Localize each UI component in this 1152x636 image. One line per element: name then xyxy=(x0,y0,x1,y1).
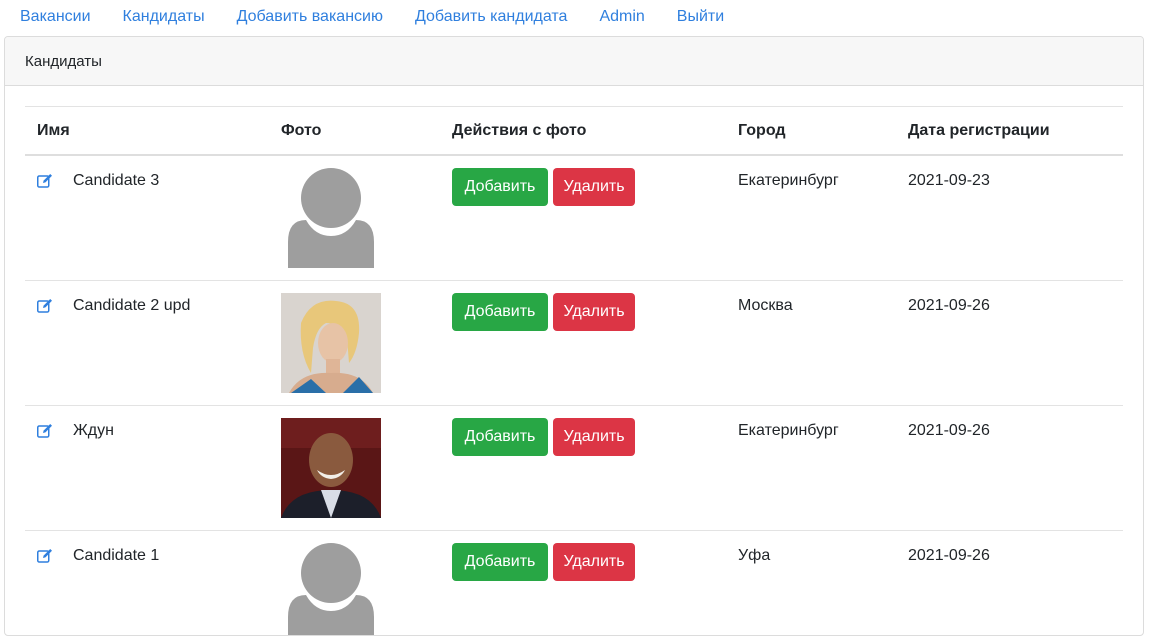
nav-link-add-vacancy[interactable]: Добавить вакансию xyxy=(237,0,383,34)
add-photo-button[interactable]: Добавить xyxy=(452,543,548,581)
delete-photo-button[interactable]: Удалить xyxy=(553,418,635,456)
registration-date: 2021-09-26 xyxy=(908,297,990,314)
delete-photo-button[interactable]: Удалить xyxy=(553,543,635,581)
candidate-name: Candidate 1 xyxy=(73,547,160,564)
delete-photo-button[interactable]: Удалить xyxy=(553,168,635,206)
candidate-city: Уфа xyxy=(738,547,771,564)
candidate-name: Candidate 3 xyxy=(73,172,160,189)
top-nav: Вакансии Кандидаты Добавить вакансию Доб… xyxy=(0,0,1152,34)
column-header-photo: Фото xyxy=(281,122,322,139)
table-row: Ждун Добавить Удалить Екатеринбург 2021-… xyxy=(25,406,1123,531)
placeholder-avatar-icon xyxy=(281,543,381,635)
column-header-name: Имя xyxy=(37,122,70,139)
man-portrait-photo xyxy=(281,418,381,518)
candidates-table: Имя Фото Действия с фото Город Дата реги… xyxy=(25,106,1123,635)
nav-link-logout[interactable]: Выйти xyxy=(677,0,724,34)
nav-link-vacancies[interactable]: Вакансии xyxy=(20,0,91,34)
candidate-city: Екатеринбург xyxy=(738,172,839,189)
candidate-city: Москва xyxy=(738,297,793,314)
woman-portrait-photo xyxy=(281,293,381,393)
table-header-row: Имя Фото Действия с фото Город Дата реги… xyxy=(25,106,1123,156)
table-row: Candidate 3 Добавить Удалить Екатеринбур… xyxy=(25,156,1123,281)
edit-icon[interactable] xyxy=(37,174,53,188)
add-photo-button[interactable]: Добавить xyxy=(452,293,548,331)
nav-link-add-candidate[interactable]: Добавить кандидата xyxy=(415,0,567,34)
candidate-city: Екатеринбург xyxy=(738,422,839,439)
candidate-name: Ждун xyxy=(73,422,114,439)
table-row: Candidate 1 Добавить Удалить Уфа 2021-09… xyxy=(25,531,1123,635)
column-header-date: Дата регистрации xyxy=(908,122,1050,139)
card-title: Кандидаты xyxy=(5,37,1143,86)
edit-icon[interactable] xyxy=(37,424,53,438)
column-header-city: Город xyxy=(738,122,786,139)
registration-date: 2021-09-26 xyxy=(908,422,990,439)
candidate-name: Candidate 2 upd xyxy=(73,297,191,314)
edit-icon[interactable] xyxy=(37,549,53,563)
table-row: Candidate 2 upd Добавить Удалить Москва … xyxy=(25,281,1123,406)
nav-link-candidates[interactable]: Кандидаты xyxy=(123,0,205,34)
add-photo-button[interactable]: Добавить xyxy=(452,418,548,456)
column-header-actions: Действия с фото xyxy=(452,122,587,139)
nav-link-admin[interactable]: Admin xyxy=(599,0,644,34)
registration-date: 2021-09-26 xyxy=(908,547,990,564)
registration-date: 2021-09-23 xyxy=(908,172,990,189)
add-photo-button[interactable]: Добавить xyxy=(452,168,548,206)
delete-photo-button[interactable]: Удалить xyxy=(553,293,635,331)
placeholder-avatar-icon xyxy=(281,168,381,268)
edit-icon[interactable] xyxy=(37,299,53,313)
candidates-card: Кандидаты Имя Фото Действия с фото Город… xyxy=(4,36,1144,636)
